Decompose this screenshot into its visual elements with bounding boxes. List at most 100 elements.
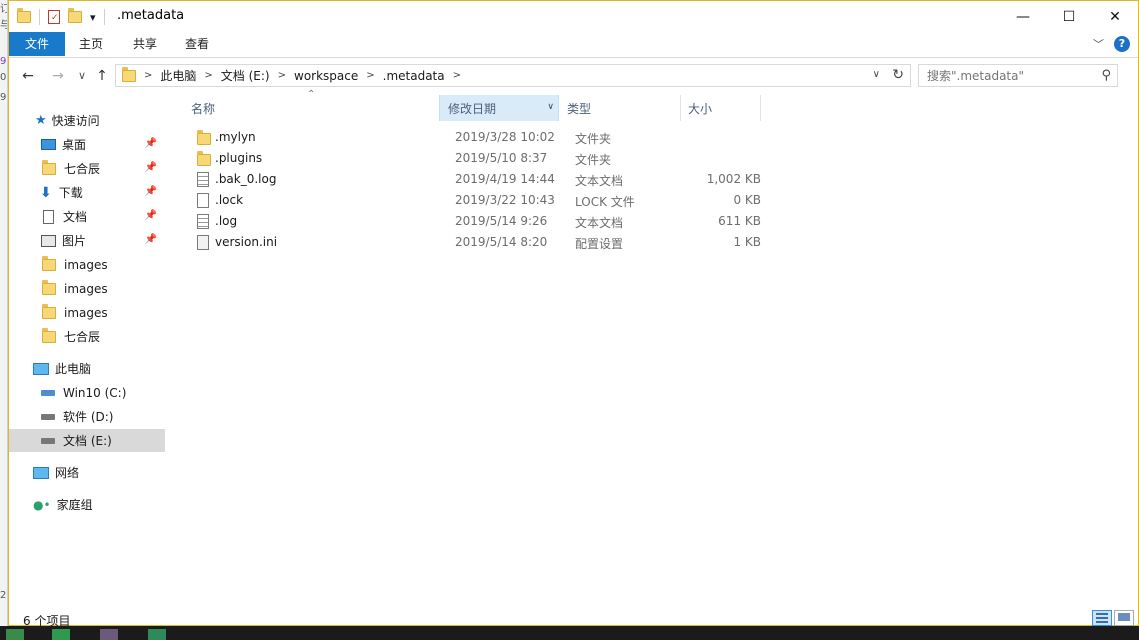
quick-access-toolbar: ✓ ▾: [17, 7, 105, 27]
nav-recent-folder[interactable]: images: [9, 301, 165, 324]
properties-icon[interactable]: ✓: [48, 10, 60, 24]
nav-drive-c[interactable]: Win10 (C:): [9, 381, 165, 404]
refresh-icon[interactable]: ↻: [892, 67, 904, 83]
file-date: 2019/4/19 14:44: [455, 172, 555, 186]
nav-network[interactable]: 网络: [9, 461, 165, 484]
file-name: .lock: [215, 193, 244, 207]
help-icon[interactable]: ?: [1114, 36, 1130, 52]
file-type: LOCK 文件: [575, 195, 635, 209]
file-row[interactable]: .bak_0.log 2019/4/19 14:44 文本文档 1,002 KB: [175, 169, 775, 190]
breadcrumb-workspace[interactable]: workspace: [288, 69, 364, 83]
search-icon[interactable]: ⚲: [1101, 68, 1111, 83]
file-type: 文件夹: [575, 153, 612, 167]
nav-recent-folder[interactable]: images: [9, 277, 165, 300]
nav-quick-access[interactable]: ★ 快速访问: [9, 109, 165, 132]
taskbar-settings-icon[interactable]: [100, 629, 118, 640]
file-row[interactable]: version.ini 2019/5/14 8:20 配置设置 1 KB: [175, 232, 775, 253]
breadcrumb-separator[interactable]: >: [451, 70, 463, 81]
address-row: ← → ∨ ↑ > 此电脑 > 文档 (E:) > workspace > .m…: [9, 61, 1138, 91]
divider: [39, 9, 40, 25]
search-box[interactable]: ⚲: [918, 64, 1118, 87]
new-folder-icon[interactable]: [68, 8, 82, 23]
taskbar-app-icon[interactable]: [52, 629, 70, 640]
nav-label: 快速访问: [51, 114, 100, 128]
taskbar-app-icon[interactable]: [148, 629, 166, 640]
file-row[interactable]: .plugins 2019/5/10 8:37 文件夹: [175, 148, 775, 169]
folder-icon: [197, 130, 211, 145]
breadcrumb-separator[interactable]: >: [202, 70, 214, 81]
file-name: .log: [215, 214, 238, 228]
file-list: ⌃ 名称 修改日期 ∨ 类型 大小 .mylyn 2019/3/28 10:02…: [175, 89, 1135, 604]
column-label: 类型: [567, 101, 592, 116]
nav-recent-folder[interactable]: 七合辰: [9, 325, 165, 348]
tab-home[interactable]: 主页: [65, 32, 117, 56]
breadcrumb-separator[interactable]: >: [276, 70, 288, 81]
address-bar[interactable]: > 此电脑 > 文档 (E:) > workspace > .metadata …: [115, 64, 911, 87]
large-icons-view-button[interactable]: [1114, 610, 1134, 626]
column-header-name[interactable]: 名称: [183, 95, 447, 121]
document-icon: [43, 209, 54, 224]
file-row[interactable]: .log 2019/5/14 9:26 文本文档 611 KB: [175, 211, 775, 232]
minimize-button[interactable]: —: [1000, 1, 1046, 32]
nav-label: Win10 (C:): [63, 385, 127, 400]
column-header-date[interactable]: 修改日期 ∨: [439, 95, 559, 121]
tab-share[interactable]: 共享: [119, 32, 171, 56]
up-button[interactable]: ↑: [91, 66, 113, 86]
breadcrumb-separator[interactable]: >: [142, 70, 154, 81]
pin-icon[interactable]: 📌: [145, 234, 157, 245]
breadcrumb-metadata[interactable]: .metadata: [377, 69, 451, 83]
nav-label: 桌面: [62, 138, 87, 152]
drive-icon: [41, 437, 55, 444]
column-header-type[interactable]: 类型: [559, 95, 679, 121]
nav-label: 文档 (E:): [63, 434, 112, 448]
nav-downloads[interactable]: ⬇ 下载 📌: [9, 181, 165, 204]
address-history-dropdown[interactable]: ∨: [873, 69, 880, 80]
nav-pictures[interactable]: 图片 📌: [9, 229, 165, 252]
pin-icon[interactable]: 📌: [145, 162, 157, 173]
tab-file[interactable]: 文件: [9, 32, 65, 56]
nav-this-pc[interactable]: 此电脑: [9, 357, 165, 380]
nav-label: 七合辰: [64, 162, 101, 176]
nav-documents[interactable]: 文档 📌: [9, 205, 165, 228]
customize-toolbar-dropdown[interactable]: ▾: [90, 11, 96, 24]
column-divider[interactable]: [760, 95, 761, 121]
back-button[interactable]: ←: [17, 66, 39, 86]
network-icon: [33, 466, 49, 479]
breadcrumb-separator[interactable]: >: [364, 70, 376, 81]
star-icon: ★: [35, 113, 47, 128]
pin-icon[interactable]: 📌: [145, 210, 157, 221]
recent-locations-dropdown[interactable]: ∨: [71, 66, 93, 86]
nav-label: 图片: [62, 234, 87, 248]
nav-drive-d[interactable]: 软件 (D:): [9, 405, 165, 428]
folder-icon: [197, 151, 211, 166]
file-date: 2019/5/10 8:37: [455, 151, 548, 165]
nav-qiheichen[interactable]: 七合辰 📌: [9, 157, 165, 180]
file-row[interactable]: .lock 2019/3/22 10:43 LOCK 文件 0 KB: [175, 190, 775, 211]
forward-button[interactable]: →: [47, 66, 69, 86]
column-label: 大小: [688, 101, 713, 116]
file-row[interactable]: .mylyn 2019/3/28 10:02 文件夹: [175, 127, 775, 148]
column-header-size[interactable]: 大小: [680, 95, 760, 121]
details-view-button[interactable]: [1092, 610, 1112, 626]
pin-icon[interactable]: 📌: [145, 186, 157, 197]
picture-icon: [41, 234, 56, 247]
nav-homegroup[interactable]: ●• 家庭组: [9, 493, 165, 516]
nav-desktop[interactable]: 桌面 📌: [9, 133, 165, 156]
search-input[interactable]: [919, 65, 1089, 86]
pin-icon[interactable]: 📌: [145, 138, 157, 149]
nav-label: 家庭组: [56, 498, 93, 512]
computer-icon: [33, 362, 49, 375]
tab-view[interactable]: 查看: [171, 32, 223, 56]
nav-label: images: [64, 305, 108, 320]
nav-recent-folder[interactable]: images: [9, 253, 165, 276]
column-label: 名称: [191, 101, 216, 116]
nav-drive-e[interactable]: 文档 (E:): [9, 429, 165, 452]
chevron-down-icon[interactable]: ∨: [547, 102, 554, 112]
expand-ribbon-icon[interactable]: ﹀: [1093, 36, 1104, 52]
maximize-button[interactable]: ☐: [1046, 1, 1092, 32]
folder-icon: [42, 255, 56, 271]
breadcrumb-this-pc[interactable]: 此电脑: [154, 67, 202, 84]
close-button[interactable]: ✕: [1092, 1, 1138, 32]
taskbar-app-icon[interactable]: [6, 629, 24, 640]
breadcrumb-drive-e[interactable]: 文档 (E:): [215, 67, 276, 84]
